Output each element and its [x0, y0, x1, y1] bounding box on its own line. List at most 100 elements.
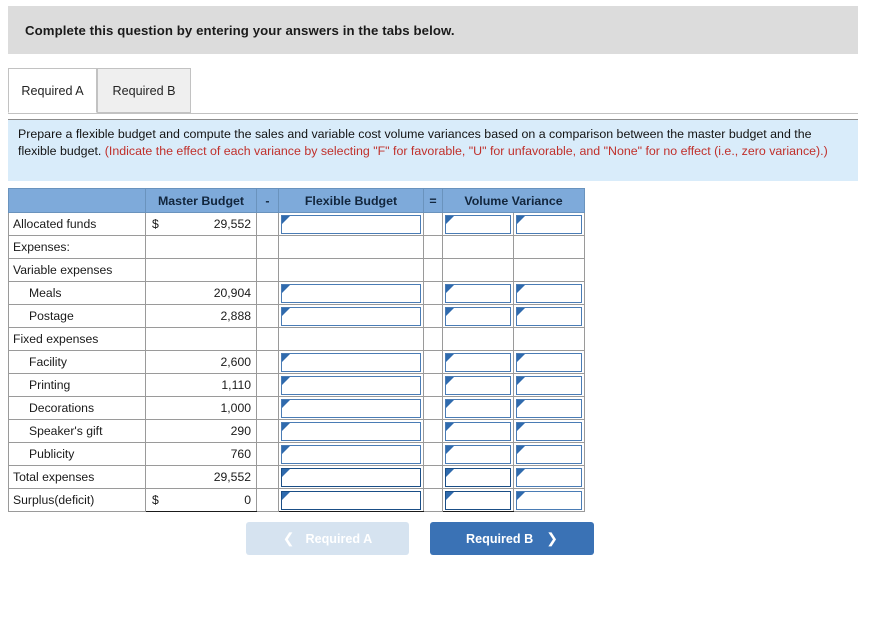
flexible-budget-cell: [278, 327, 424, 351]
instruction-banner: Complete this question by entering your …: [8, 6, 858, 54]
master-budget-amount: 760: [230, 447, 251, 461]
volume-variance-amount-input[interactable]: [445, 421, 511, 441]
flexible-budget-input[interactable]: [281, 444, 421, 464]
flexible-budget-cell: [278, 465, 424, 489]
equals-operator-cell: [423, 488, 443, 512]
volume-variance-effect-select[interactable]: [516, 306, 583, 326]
flexible-budget-input[interactable]: [281, 421, 421, 441]
minus-operator-cell: [256, 442, 279, 466]
flexible-budget-input[interactable]: [281, 375, 421, 395]
volume-variance-effect-select[interactable]: [516, 398, 583, 418]
cell-corner-marker-icon: [517, 376, 525, 385]
chevron-right-icon: ❯: [546, 530, 558, 546]
volume-variance-amount-input[interactable]: [445, 444, 511, 464]
master-budget-value: [145, 327, 257, 351]
header-equals-operator: =: [423, 188, 443, 213]
equals-operator-cell: [423, 350, 443, 374]
flexible-budget-input[interactable]: [281, 352, 421, 372]
cell-corner-marker-icon: [517, 445, 525, 454]
row-label: Surplus(deficit): [8, 488, 146, 512]
previous-button-label: Required A: [305, 531, 373, 546]
volume-variance-amount-input[interactable]: [445, 306, 511, 326]
row-label: Meals: [8, 281, 146, 305]
cell-corner-marker-icon: [517, 353, 525, 362]
flexible-budget-input[interactable]: [281, 283, 421, 303]
volume-variance-amount-cell: [442, 350, 514, 374]
volume-variance-effect-select[interactable]: [516, 467, 583, 487]
volume-variance-effect-select[interactable]: [516, 444, 583, 464]
minus-operator-cell: [256, 258, 279, 282]
cell-corner-marker-icon: [517, 307, 525, 316]
master-budget-value: 1,000: [145, 396, 257, 420]
master-budget-value: $0: [145, 488, 257, 512]
table-row: Surplus(deficit) $0: [8, 488, 586, 512]
volume-variance-amount-input[interactable]: [445, 283, 511, 303]
volume-variance-amount-input[interactable]: [445, 375, 511, 395]
equals-operator-cell: [423, 419, 443, 443]
header-volume-variance: Volume Variance: [441, 188, 586, 213]
table-row: Total expenses 29,552: [8, 465, 586, 489]
volume-variance-amount-input[interactable]: [445, 214, 511, 234]
tab-required-b-label: Required B: [112, 83, 176, 98]
volume-variance-amount-cell: [442, 304, 514, 328]
cell-corner-marker-icon: [282, 445, 290, 454]
volume-variance-amount-input[interactable]: [445, 352, 511, 372]
cell-corner-marker-icon: [517, 422, 525, 431]
currency-symbol: $: [152, 493, 159, 507]
tab-required-a[interactable]: Required A: [8, 68, 97, 113]
cell-corner-marker-icon: [282, 422, 290, 431]
master-budget-amount: 290: [230, 424, 251, 438]
volume-variance-effect-select[interactable]: [516, 352, 583, 372]
minus-operator-cell: [256, 419, 279, 443]
volume-variance-effect-cell: [512, 350, 586, 374]
flexible-budget-input[interactable]: [281, 398, 421, 418]
volume-variance-amount-cell: [442, 465, 514, 489]
equals-operator-cell: [423, 442, 443, 466]
master-budget-amount: 1,000: [220, 401, 252, 415]
cell-corner-marker-icon: [517, 399, 525, 408]
cell-corner-marker-icon: [282, 491, 290, 500]
volume-variance-effect-cell: [512, 442, 586, 466]
volume-variance-effect-select[interactable]: [516, 490, 583, 510]
next-required-b-button[interactable]: Required B ❯: [430, 522, 594, 555]
minus-operator-cell: [256, 327, 279, 351]
flexible-budget-input[interactable]: [281, 306, 421, 326]
equals-operator-cell: [423, 465, 443, 489]
master-budget-value: 29,552: [145, 465, 257, 489]
flexible-budget-input[interactable]: [281, 490, 421, 510]
table-row: Allocated funds $29,552: [8, 212, 586, 236]
master-budget-amount: 20,904: [213, 286, 251, 300]
volume-variance-effect-select[interactable]: [516, 214, 583, 234]
banner-text: Complete this question by entering your …: [25, 22, 455, 38]
volume-variance-effect-select[interactable]: [516, 421, 583, 441]
flexible-budget-cell: [278, 373, 424, 397]
volume-variance-amount-input[interactable]: [445, 490, 511, 510]
worksheet-header-row: Master Budget - Flexible Budget = Volume…: [8, 188, 586, 213]
currency-symbol: $: [152, 217, 159, 231]
cell-corner-marker-icon: [282, 284, 290, 293]
volume-variance-effect-select[interactable]: [516, 283, 583, 303]
equals-operator-cell: [423, 258, 443, 282]
previous-required-a-button[interactable]: ❮ Required A: [246, 522, 409, 555]
master-budget-amount: 29,552: [213, 217, 251, 231]
cell-corner-marker-icon: [282, 307, 290, 316]
flexible-budget-input[interactable]: [281, 214, 421, 234]
volume-variance-effect-cell: [512, 419, 586, 443]
master-budget-amount: 1,110: [221, 378, 251, 392]
cell-corner-marker-icon: [282, 468, 290, 477]
volume-variance-amount-cell: [442, 396, 514, 420]
flexible-budget-input[interactable]: [281, 467, 421, 487]
table-row: Decorations 1,000: [8, 396, 586, 420]
tab-bar: Required A Required B: [8, 68, 858, 114]
table-row: Speaker's gift 290: [8, 419, 586, 443]
tab-required-b[interactable]: Required B: [97, 68, 191, 113]
cell-corner-marker-icon: [282, 399, 290, 408]
master-budget-value: [145, 258, 257, 282]
volume-variance-amount-input[interactable]: [445, 398, 511, 418]
table-row: Publicity 760: [8, 442, 586, 466]
cell-corner-marker-icon: [282, 376, 290, 385]
instruction-hint-text: (Indicate the effect of each variance by…: [104, 143, 828, 158]
volume-variance-effect-select[interactable]: [516, 375, 583, 395]
cell-corner-marker-icon: [282, 353, 290, 362]
volume-variance-amount-input[interactable]: [445, 467, 511, 487]
